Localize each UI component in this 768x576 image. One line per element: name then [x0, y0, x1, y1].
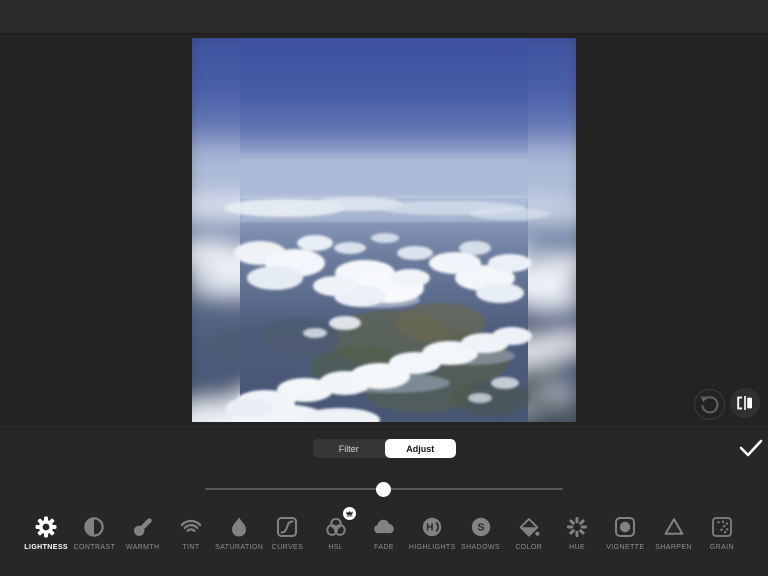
tool-label: SHADOWS — [461, 544, 500, 551]
saturation-icon — [225, 513, 253, 541]
tool-label: WARMTH — [126, 544, 160, 551]
tool-fade[interactable]: FADE — [360, 513, 408, 569]
compare-button[interactable] — [730, 388, 760, 418]
checkmark-icon — [738, 437, 764, 459]
bottom-panel: Filter Adjust — [0, 425, 768, 576]
tool-label: COLOR — [515, 544, 542, 551]
brightness-icon — [32, 513, 60, 541]
crown-icon — [345, 509, 354, 518]
premium-crown-badge — [343, 507, 356, 520]
top-bar — [0, 0, 768, 34]
editor-canvas — [0, 34, 768, 425]
adjust-slider[interactable] — [205, 480, 563, 498]
tool-label: SHARPEN — [655, 544, 692, 551]
tool-label: HIGHLIGHTS — [409, 544, 456, 551]
tool-saturation[interactable]: SATURATION — [215, 513, 263, 569]
tool-label: HUE — [569, 544, 585, 551]
curves-icon — [273, 513, 301, 541]
tool-label: TINT — [182, 544, 199, 551]
slider-thumb[interactable] — [376, 482, 391, 497]
cloud-photo — [192, 38, 576, 422]
tint-icon — [177, 513, 205, 541]
color-icon — [515, 513, 543, 541]
warmth-icon — [129, 513, 157, 541]
tool-warmth[interactable]: WARMTH — [119, 513, 167, 569]
shadows-icon: S — [467, 513, 495, 541]
tool-highlights[interactable]: H HIGHLIGHTS — [408, 513, 456, 569]
tool-sharpen[interactable]: SHARPEN — [649, 513, 697, 569]
tool-label: LIGHTNESS — [24, 544, 68, 551]
tool-shadows[interactable]: S SHADOWS — [456, 513, 504, 569]
compare-icon — [731, 389, 759, 417]
tool-label: HSL — [328, 544, 343, 551]
tool-label: VIGNETTE — [606, 544, 644, 551]
tool-label: SATURATION — [215, 544, 263, 551]
tool-grain[interactable]: GRAIN — [698, 513, 746, 569]
tool-label: CONTRAST — [74, 544, 116, 551]
svg-text:H: H — [426, 522, 433, 533]
tool-lightness[interactable]: LIGHTNESS — [22, 513, 70, 569]
tool-vignette[interactable]: VIGNETTE — [601, 513, 649, 569]
fade-icon — [370, 513, 398, 541]
hue-icon — [563, 513, 591, 541]
grain-icon — [708, 513, 736, 541]
tool-label: CURVES — [272, 544, 303, 551]
tool-label: GRAIN — [710, 544, 734, 551]
vignette-icon — [611, 513, 639, 541]
mode-tabs: Filter Adjust — [313, 439, 456, 458]
tool-hue[interactable]: HUE — [553, 513, 601, 569]
photo-canvas — [192, 38, 576, 422]
tool-color[interactable]: COLOR — [505, 513, 553, 569]
contrast-icon — [80, 513, 108, 541]
tool-label: FADE — [374, 544, 394, 551]
undo-icon — [696, 391, 724, 419]
tool-hsl[interactable]: HSL — [312, 513, 360, 569]
tool-curves[interactable]: CURVES — [263, 513, 311, 569]
confirm-button[interactable] — [737, 436, 765, 460]
undo-button[interactable] — [694, 389, 725, 420]
sharpen-icon — [660, 513, 688, 541]
tab-adjust[interactable]: Adjust — [385, 439, 457, 458]
tab-filter[interactable]: Filter — [313, 439, 385, 458]
highlights-icon: H — [418, 513, 446, 541]
tool-contrast[interactable]: CONTRAST — [70, 513, 118, 569]
svg-text:S: S — [477, 522, 484, 534]
tool-tint[interactable]: TINT — [167, 513, 215, 569]
adjust-tools-row: LIGHTNESS CONTRAST WARMTH — [22, 513, 746, 569]
